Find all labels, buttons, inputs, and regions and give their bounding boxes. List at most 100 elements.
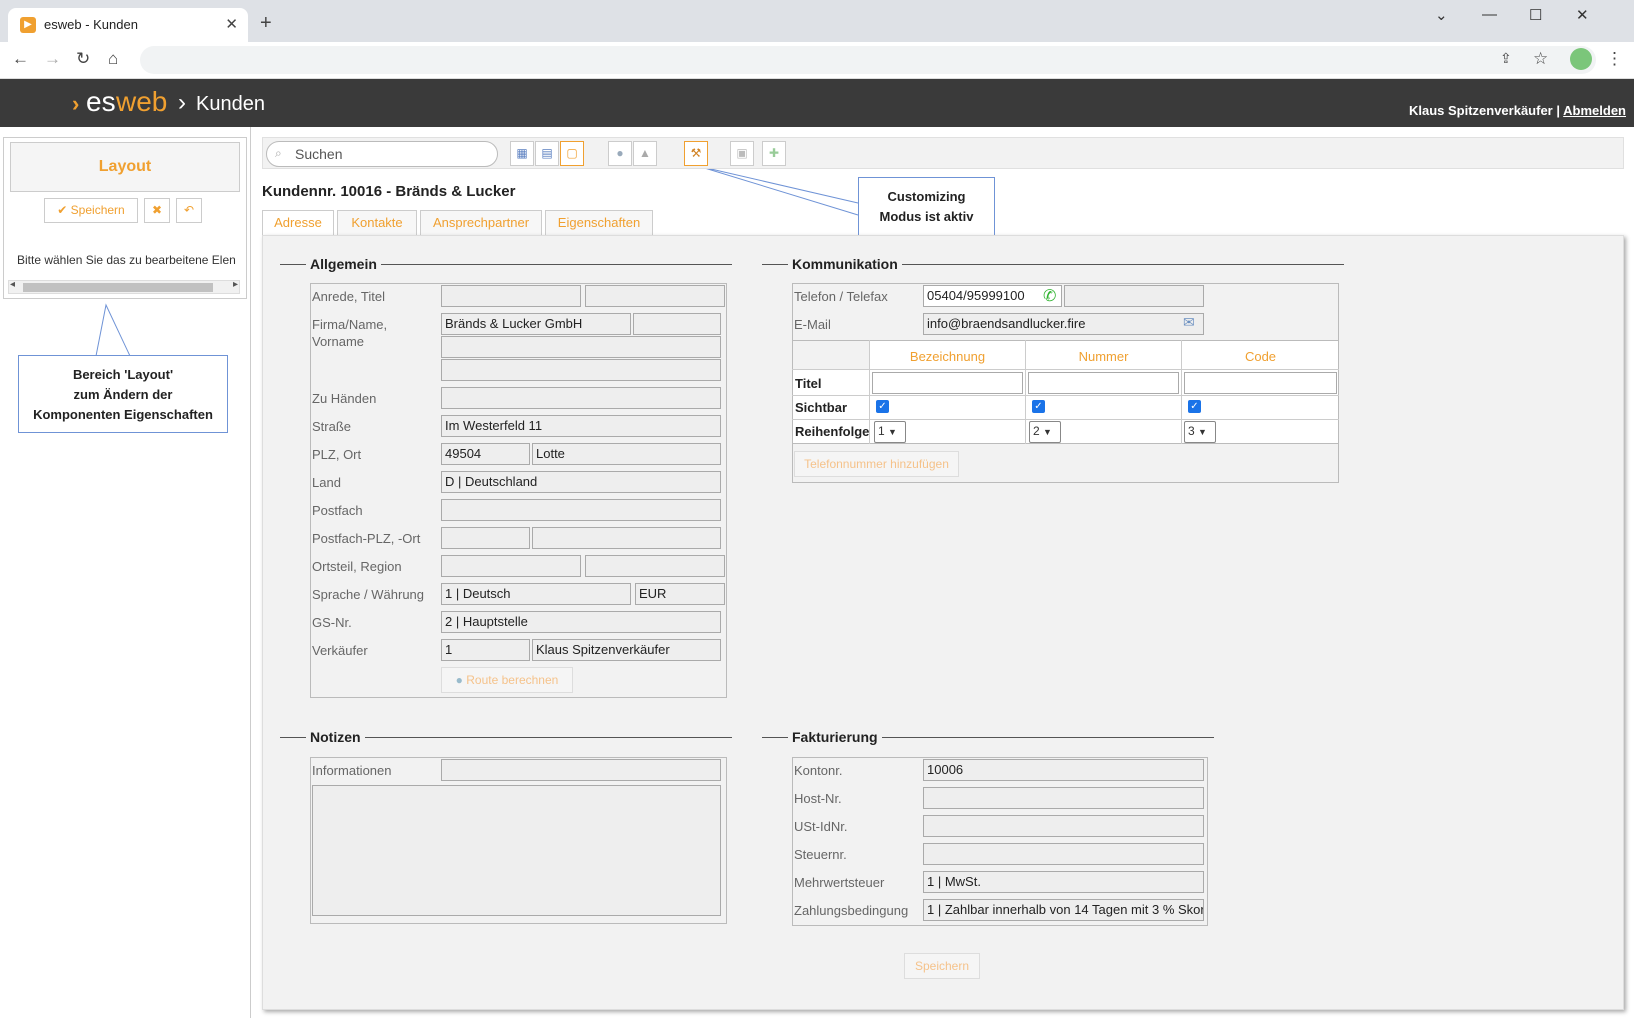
titel-field[interactable] <box>585 285 725 307</box>
globe-icon[interactable]: ● <box>608 141 632 166</box>
mail-icon[interactable]: ✉ <box>1183 314 1195 331</box>
waehrung-field[interactable]: EUR <box>635 583 725 605</box>
code-titel-input[interactable] <box>1184 372 1337 394</box>
callout-line: Customizing <box>887 189 966 204</box>
select-value: 3 <box>1188 424 1195 438</box>
minimize-button[interactable]: — <box>1482 6 1497 23</box>
scroll-right-icon[interactable]: ▸ <box>233 279 238 290</box>
search-input[interactable]: ⌕ Suchen <box>266 141 498 167</box>
informationen-field[interactable] <box>441 759 721 781</box>
section-title-allgemein: Allgemein <box>306 256 381 272</box>
verkaeufer-nr-field[interactable]: 1 <box>441 639 530 661</box>
telefon-field[interactable]: 05404/95999100 <box>923 285 1062 307</box>
mwst-field[interactable]: 1 | MwSt. <box>923 871 1204 893</box>
zuhaenden-field[interactable] <box>441 387 721 409</box>
bezeichnung-visible-checkbox[interactable]: ✓ <box>876 400 889 413</box>
logo-arrow-icon: › <box>72 91 80 116</box>
section-title-notizen: Notizen <box>306 729 365 745</box>
tab-adresse[interactable]: Adresse <box>262 210 334 237</box>
detail-view-icon[interactable]: ▤ <box>535 141 559 166</box>
home-icon[interactable]: ⌂ <box>108 49 118 69</box>
menu-icon[interactable]: ⋮ <box>1606 49 1623 69</box>
tab-kontakte[interactable]: Kontakte <box>337 210 417 236</box>
share-icon[interactable]: ⇪ <box>1500 50 1512 67</box>
label-strasse: Straße <box>312 419 352 434</box>
nummer-order-select[interactable]: 2 ▼ <box>1029 421 1061 443</box>
layout-save-button[interactable]: ✔ Speichern <box>44 198 138 223</box>
add-phone-button[interactable]: Telefonnummer hinzufügen <box>794 451 959 477</box>
globe-icon: ● <box>455 673 463 687</box>
anrede-field[interactable] <box>441 285 581 307</box>
forward-icon[interactable]: → <box>44 49 61 69</box>
firma-field[interactable]: Bränds & Lucker GmbH <box>441 313 631 335</box>
vorname-field[interactable] <box>441 359 721 381</box>
label-verkaeufer: Verkäufer <box>312 643 368 658</box>
land-field[interactable]: D | Deutschland <box>441 471 721 493</box>
telefax-field[interactable] <box>1064 285 1204 307</box>
ustid-field[interactable] <box>923 815 1204 837</box>
address-bar[interactable]: ⇪ ☆ <box>140 46 1596 74</box>
email-field[interactable]: info@braendsandlucker.fire <box>923 313 1204 335</box>
nummer-titel-input[interactable] <box>1028 372 1179 394</box>
undo-icon[interactable]: ↶ <box>176 198 202 223</box>
add-icon[interactable]: ✚ <box>762 141 786 166</box>
tab-title: esweb - Kunden <box>44 17 138 32</box>
browser-tab[interactable]: ▶ esweb - Kunden ✕ <box>8 8 248 42</box>
hostnr-field[interactable] <box>923 787 1204 809</box>
notes-textarea[interactable] <box>312 785 721 916</box>
firma2-field[interactable] <box>633 313 721 335</box>
strasse-field[interactable]: Im Westerfeld 11 <box>441 415 721 437</box>
steuernr-field[interactable] <box>923 843 1204 865</box>
region-field[interactable] <box>585 555 725 577</box>
customizing-icon[interactable]: ⚒ <box>684 141 708 166</box>
grid-line <box>792 395 1339 396</box>
callout-line: Komponenten Eigenschaften <box>33 407 213 422</box>
code-visible-checkbox[interactable]: ✓ <box>1188 400 1201 413</box>
horizontal-scrollbar[interactable]: ◂ ▸ <box>8 279 240 294</box>
verkaeufer-name-field[interactable]: Klaus Spitzenverkäufer <box>532 639 721 661</box>
phone-icon[interactable]: ✆ <box>1043 286 1056 306</box>
ort-field[interactable]: Lotte <box>532 443 721 465</box>
bezeichnung-order-select[interactable]: 1 ▼ <box>874 421 906 443</box>
gsnr-field[interactable]: 2 | Hauptstelle <box>441 611 721 633</box>
grid-header-bezeichnung: Bezeichnung <box>909 349 986 364</box>
profile-avatar[interactable] <box>1570 48 1592 70</box>
new-tab-button[interactable]: + <box>260 12 272 35</box>
tab-ansprechpartner[interactable]: Ansprechpartner <box>420 210 542 236</box>
chevron-down-icon[interactable]: ⌄ <box>1435 6 1448 24</box>
reload-icon[interactable]: ↻ <box>76 49 90 69</box>
cancel-icon[interactable]: ✖ <box>144 198 170 223</box>
user-name: Klaus Spitzenverkäufer <box>1408 103 1553 118</box>
name2-field[interactable] <box>441 336 721 358</box>
stamp-icon[interactable]: ▲ <box>633 141 657 166</box>
tab-eigenschaften[interactable]: Eigenschaften <box>545 210 653 236</box>
route-button[interactable]: ● Route berechnen <box>441 667 573 693</box>
sprache-field[interactable]: 1 | Deutsch <box>441 583 631 605</box>
label-sprache: Sprache / Währung <box>312 587 425 602</box>
postfach-ort-field[interactable] <box>532 527 721 549</box>
image-icon[interactable]: ▣ <box>730 141 754 166</box>
close-icon[interactable]: ✕ <box>225 15 238 33</box>
plz-field[interactable]: 49504 <box>441 443 530 465</box>
table-view-icon[interactable]: ▦ <box>510 141 534 166</box>
app-header: › es web › Kunden Klaus Spitzenverkäufer… <box>0 79 1634 127</box>
zahlung-field[interactable]: 1 | Zahlbar innerhalb von 14 Tagen mit 3… <box>923 899 1204 921</box>
nummer-visible-checkbox[interactable]: ✓ <box>1032 400 1045 413</box>
scroll-left-icon[interactable]: ◂ <box>10 279 15 290</box>
postfach-plz-field[interactable] <box>441 527 530 549</box>
ortsteil-field[interactable] <box>441 555 581 577</box>
form-view-icon[interactable]: ▢ <box>560 141 584 166</box>
window-close-button[interactable]: ✕ <box>1576 6 1589 24</box>
back-icon[interactable]: ← <box>12 49 29 69</box>
postfach-field[interactable] <box>441 499 721 521</box>
code-order-select[interactable]: 3 ▼ <box>1184 421 1216 443</box>
scrollbar-thumb[interactable] <box>23 283 213 292</box>
bezeichnung-titel-input[interactable] <box>872 372 1023 394</box>
maximize-button[interactable]: ☐ <box>1529 6 1542 24</box>
grid-corner <box>793 341 869 369</box>
save-button[interactable]: Speichern <box>904 953 980 979</box>
star-icon[interactable]: ☆ <box>1533 49 1548 69</box>
logout-link[interactable]: Abmelden <box>1563 103 1626 118</box>
label-anrede: Anrede, Titel <box>312 289 385 304</box>
kontonr-field[interactable]: 10006 <box>923 759 1204 781</box>
